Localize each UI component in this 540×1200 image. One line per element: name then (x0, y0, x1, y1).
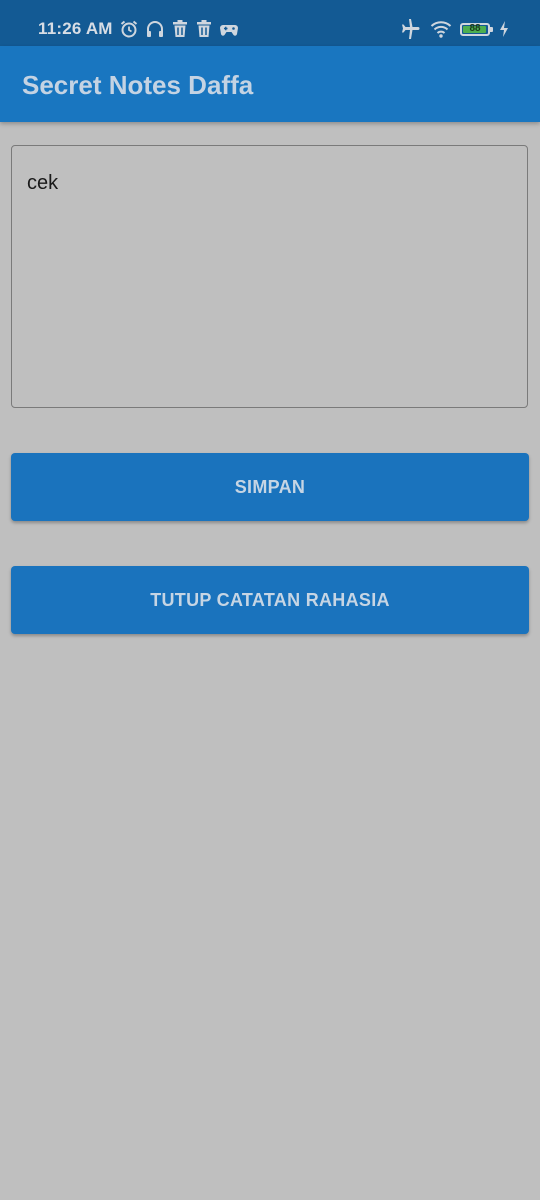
save-button[interactable]: SIMPAN (11, 453, 529, 521)
app-bar: Secret Notes Daffa (0, 46, 540, 122)
battery-level: 88 (469, 23, 481, 34)
charging-bolt-icon (498, 19, 510, 39)
battery-icon: 88 (460, 22, 493, 36)
status-bar: 11:26 AM 88 (0, 0, 540, 46)
trash-icon (195, 19, 213, 39)
game-controller-icon (219, 19, 239, 39)
status-left-icons (119, 19, 239, 39)
headphones-icon (145, 19, 165, 39)
secret-note-field[interactable]: cek (11, 145, 528, 408)
status-right-icons: 88 (400, 19, 510, 39)
airplane-mode-icon (400, 19, 422, 39)
trash-icon (171, 19, 189, 39)
wifi-icon (430, 19, 452, 39)
alarm-icon (119, 19, 139, 39)
app-title: Secret Notes Daffa (22, 70, 254, 100)
status-time: 11:26 AM (38, 19, 113, 38)
close-secret-notes-button[interactable]: TUTUP CATATAN RAHASIA (11, 566, 529, 634)
